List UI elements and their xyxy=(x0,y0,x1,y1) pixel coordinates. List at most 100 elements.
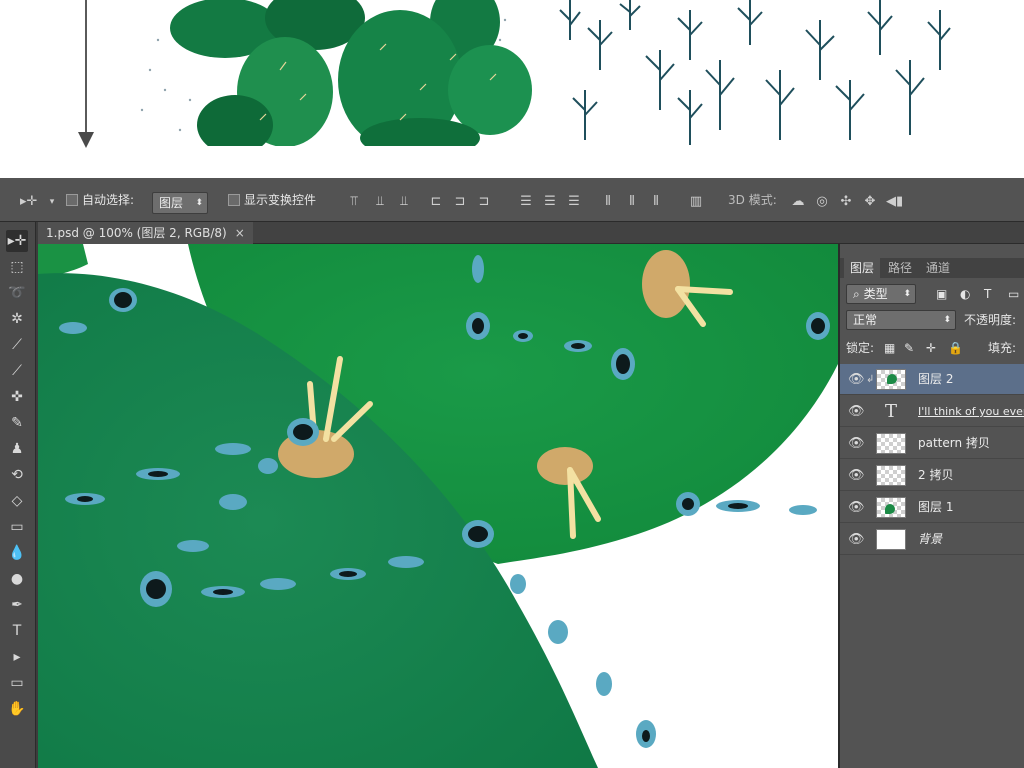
layer-row[interactable]: 👁 T I'll think of you every xyxy=(840,396,1024,427)
photoshop-window: ▸✛ ▾ 自动选择: 图层 ⬍ 显示变换控件 ⫪ ⫫ ⫫ ⊏ ⊐ ⊐ ☰ ☰ ☰ … xyxy=(0,178,1024,768)
move-tool-icon[interactable]: ▸✛ xyxy=(20,194,37,210)
align-hcenter-icon[interactable]: ⊐ xyxy=(452,194,468,210)
eraser-tool-icon[interactable]: ◇ xyxy=(6,490,28,512)
stamp-tool-icon[interactable]: ♟ xyxy=(6,438,28,460)
layer-thumbnail xyxy=(876,465,906,486)
type-tool-icon[interactable]: T xyxy=(6,620,28,642)
type-layer-icon: T xyxy=(884,401,897,422)
crop-tool-icon[interactable]: ⟋ xyxy=(6,334,28,356)
layer-name: 背景 xyxy=(918,532,943,546)
show-transform-checkbox[interactable]: 显示变换控件 xyxy=(228,190,316,210)
distribute-left-icon[interactable]: ⫴ xyxy=(600,194,616,210)
align-top-icon[interactable]: ⫪ xyxy=(346,194,362,210)
eye-icon[interactable]: 👁 xyxy=(848,460,865,491)
3d-rotate-icon[interactable]: ☁ xyxy=(790,194,806,210)
eye-icon[interactable]: 👁 xyxy=(848,364,865,395)
layer-name: 图层 1 xyxy=(918,500,954,514)
eye-icon[interactable]: 👁 xyxy=(848,492,865,523)
distribute-right-icon[interactable]: ⫴ xyxy=(648,194,664,210)
layer-filter-dropdown[interactable]: ⌕ 类型 ⬍ xyxy=(846,284,916,304)
gradient-tool-icon[interactable]: ▭ xyxy=(6,516,28,538)
blur-tool-icon[interactable]: 💧 xyxy=(6,542,28,564)
preview-strip xyxy=(0,0,1024,178)
filter-pixel-icon[interactable]: ▣ xyxy=(936,282,947,306)
layer-row[interactable]: 👁 背景 xyxy=(840,524,1024,555)
search-icon: ⌕ xyxy=(853,287,860,301)
auto-select-target-dropdown[interactable]: 图层 ⬍ xyxy=(152,192,208,214)
3d-pan-icon[interactable]: ✣ xyxy=(838,194,854,210)
lock-label: 锁定: xyxy=(846,341,875,355)
filter-shape-icon[interactable]: ▭ xyxy=(1008,282,1019,306)
eyedropper-tool-icon[interactable]: ⟋ xyxy=(6,360,28,382)
path-select-tool-icon[interactable]: ▸ xyxy=(6,646,28,668)
distribute-hcenter-icon[interactable]: ⫴ xyxy=(624,194,640,210)
filter-type-icon[interactable]: T xyxy=(984,282,991,306)
preview-artwork xyxy=(140,0,951,146)
layers-panel: 图层 路径 通道 ⌕ 类型 ⬍ ▣ ◐ T ▭ 正常 ⬍ 不透明度: 锁定: ▦ ✎… xyxy=(838,244,1024,768)
tool-preset-chevron-icon[interactable]: ▾ xyxy=(44,194,60,210)
tab-paths[interactable]: 路径 xyxy=(882,258,918,278)
layer-name: 2 拷贝 xyxy=(918,468,954,482)
shape-tool-icon[interactable]: ▭ xyxy=(6,672,28,694)
distribute-bottom-icon[interactable]: ☰ xyxy=(566,194,582,210)
pen-tool-icon[interactable]: ✒ xyxy=(6,594,28,616)
lock-paint-icon[interactable]: ✎ xyxy=(904,336,914,360)
layer-row[interactable]: 👁 2 拷贝 xyxy=(840,460,1024,491)
healing-tool-icon[interactable]: ✜ xyxy=(6,386,28,408)
distribute-vcenter-icon[interactable]: ☰ xyxy=(542,194,558,210)
brush-tool-icon[interactable]: ✎ xyxy=(6,412,28,434)
align-bottom-icon[interactable]: ⫫ xyxy=(396,194,412,210)
canvas-artwork xyxy=(38,244,838,768)
blend-row: 正常 ⬍ 不透明度: xyxy=(840,308,1024,332)
layer-filter-row: ⌕ 类型 ⬍ ▣ ◐ T ▭ xyxy=(840,282,1024,306)
magic-wand-tool-icon[interactable]: ✲ xyxy=(6,308,28,330)
layer-row[interactable]: 👁 ↲ 图层 2 xyxy=(840,364,1024,395)
layer-thumbnail xyxy=(876,433,906,454)
cactus-illustration xyxy=(170,0,532,146)
eye-icon[interactable]: 👁 xyxy=(848,524,865,555)
3d-scale-icon[interactable]: ◀▮ xyxy=(886,194,903,210)
move-tool-icon[interactable]: ▸✛ xyxy=(6,230,28,252)
document-tabs: 1.psd @ 100% (图层 2, RGB/8) × xyxy=(38,222,1024,244)
lock-transparent-icon[interactable]: ▦ xyxy=(884,336,895,360)
3d-roll-icon[interactable]: ◎ xyxy=(814,194,830,210)
tools-panel: ▸✛ ⬚ ➰ ✲ ⟋ ⟋ ✜ ✎ ♟ ⟲ ◇ ▭ 💧 ● ✒ T ▸ ▭ ✋ xyxy=(0,222,36,768)
options-bar: ▸✛ ▾ 自动选择: 图层 ⬍ 显示变换控件 ⫪ ⫫ ⫫ ⊏ ⊐ ⊐ ☰ ☰ ☰ … xyxy=(0,178,1024,222)
lock-all-icon[interactable]: 🔒 xyxy=(948,336,963,360)
layer-thumbnail xyxy=(876,369,906,390)
eye-icon[interactable]: 👁 xyxy=(848,396,865,427)
blend-mode-dropdown[interactable]: 正常 ⬍ xyxy=(846,310,956,330)
clip-arrow-icon: ↲ xyxy=(866,374,875,385)
align-vcenter-icon[interactable]: ⫫ xyxy=(372,194,388,210)
filter-adjustment-icon[interactable]: ◐ xyxy=(960,282,970,306)
areole-2 xyxy=(537,447,593,485)
tab-channels[interactable]: 通道 xyxy=(920,258,956,278)
dodge-tool-icon[interactable]: ● xyxy=(6,568,28,590)
document-canvas[interactable] xyxy=(38,244,838,768)
lasso-tool-icon[interactable]: ➰ xyxy=(6,282,28,304)
down-arrow-line xyxy=(85,0,87,134)
history-brush-tool-icon[interactable]: ⟲ xyxy=(6,464,28,486)
layer-row[interactable]: 👁 图层 1 xyxy=(840,492,1024,523)
auto-select-checkbox[interactable]: 自动选择: xyxy=(66,190,134,210)
fill-label: 填充: xyxy=(988,341,1017,355)
eye-icon[interactable]: 👁 xyxy=(848,428,865,459)
align-left-icon[interactable]: ⊏ xyxy=(428,194,444,210)
layer-row[interactable]: 👁 pattern 拷贝 xyxy=(840,428,1024,459)
3d-mode-label: 3D 模式: xyxy=(728,193,777,207)
document-tab[interactable]: 1.psd @ 100% (图层 2, RGB/8) × xyxy=(38,222,253,244)
lock-move-icon[interactable]: ✛ xyxy=(926,336,936,360)
panel-tabs: 图层 路径 通道 xyxy=(840,258,1024,278)
hand-tool-icon[interactable]: ✋ xyxy=(6,698,28,720)
document-tab-title: 1.psd @ 100% (图层 2, RGB/8) xyxy=(46,226,227,240)
distribute-top-icon[interactable]: ☰ xyxy=(518,194,534,210)
auto-select-label: 自动选择: xyxy=(82,193,135,207)
screen: ▸✛ ▾ 自动选择: 图层 ⬍ 显示变换控件 ⫪ ⫫ ⫫ ⊏ ⊐ ⊐ ☰ ☰ ☰ … xyxy=(0,0,1024,768)
align-right-icon[interactable]: ⊐ xyxy=(476,194,492,210)
down-arrow-icon xyxy=(78,132,94,148)
3d-slide-icon[interactable]: ✥ xyxy=(862,194,878,210)
close-tab-icon[interactable]: × xyxy=(235,226,245,240)
marquee-tool-icon[interactable]: ⬚ xyxy=(6,256,28,278)
tab-layers[interactable]: 图层 xyxy=(844,258,881,278)
auto-align-icon[interactable]: ▥ xyxy=(688,194,704,210)
